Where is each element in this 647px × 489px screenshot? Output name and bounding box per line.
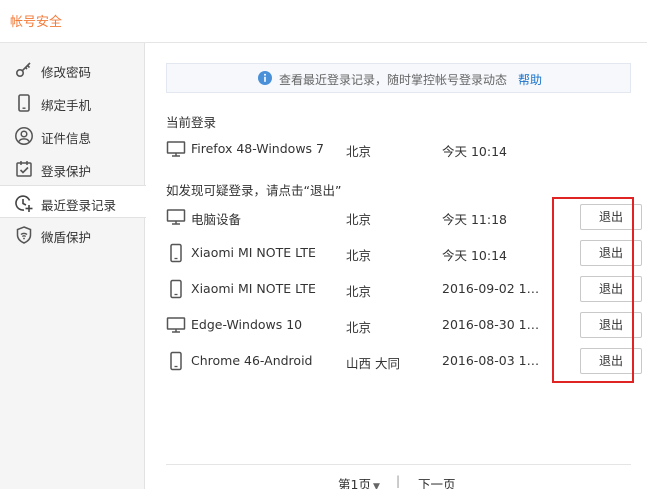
login-location: 山西 大同 <box>346 356 400 371</box>
login-location: 北京 <box>346 320 372 335</box>
mobile-icon <box>170 351 182 371</box>
sidebar-item-id-info[interactable]: 证件信息 <box>0 119 145 152</box>
sidebar-item-recent-logins[interactable]: 最近登录记录 <box>0 185 146 218</box>
login-time: 2016-08-30 16:... <box>442 317 542 332</box>
sidebar-item-bind-phone[interactable]: 绑定手机 <box>0 86 145 119</box>
monitor-icon <box>166 141 186 157</box>
sidebar-item-label: 最近登录记录 <box>41 198 117 213</box>
current-page-label: 第1页 <box>338 477 371 489</box>
login-record-row: Chrome 46-Android 山西 大同 2016-08-03 17:..… <box>166 347 642 377</box>
tip-text: 查看最近登录记录，随时掌控帐号登录动态 <box>279 73 508 87</box>
current-login-row: Firefox 48-Windows 7 北京 今天 10:14 <box>166 135 631 165</box>
clock-plus-icon <box>15 195 33 212</box>
logout-button[interactable]: 退出 <box>580 312 642 338</box>
mobile-icon <box>170 279 182 299</box>
current-login-label: 当前登录 <box>166 115 217 130</box>
login-record-row: 电脑设备 北京 今天 11:18 退出 <box>166 203 642 233</box>
help-link[interactable]: 帮助 <box>518 71 542 88</box>
login-record-row: Xiaomi MI NOTE LTE 北京 今天 10:14 退出 <box>166 239 642 269</box>
login-record-row: Xiaomi MI NOTE LTE 北京 2016-09-02 17:... … <box>166 275 642 305</box>
next-page-link[interactable]: 下一页 <box>418 474 456 489</box>
sidebar-item-change-password[interactable]: 修改密码 <box>0 53 145 86</box>
logout-button[interactable]: 退出 <box>580 240 642 266</box>
page-selector[interactable]: 第1页 ▼ <box>338 474 380 489</box>
device-name: Xiaomi MI NOTE LTE <box>191 245 316 260</box>
login-location: 北京 <box>346 212 372 227</box>
mobile-icon <box>170 243 182 263</box>
login-time: 2016-09-02 17:... <box>442 281 542 296</box>
pagination: 第1页 ▼ | 下一页 <box>166 464 631 489</box>
monitor-icon <box>166 209 186 225</box>
login-record-row: Edge-Windows 10 北京 2016-08-30 16:... 退出 <box>166 311 642 341</box>
login-location: 北京 <box>346 248 372 263</box>
device-name: Edge-Windows 10 <box>191 317 303 332</box>
login-time: 2016-08-03 17:... <box>442 353 542 368</box>
device-name: Xiaomi MI NOTE LTE <box>191 281 316 296</box>
login-time: 今天 11:18 <box>442 212 507 227</box>
info-icon <box>258 71 272 85</box>
sidebar-item-label: 证件信息 <box>41 131 92 146</box>
shield-check-icon <box>16 161 32 177</box>
micro-shield-icon <box>16 226 32 244</box>
sidebar-item-label: 微盾保护 <box>41 230 92 245</box>
page-title: 帐号安全 <box>10 15 63 30</box>
phone-icon <box>18 94 30 112</box>
login-location: 北京 <box>346 284 372 299</box>
device-name: 电脑设备 <box>191 212 242 227</box>
sidebar-item-label: 登录保护 <box>41 164 92 179</box>
logout-button[interactable]: 退出 <box>580 348 642 374</box>
logout-button[interactable]: 退出 <box>580 204 642 230</box>
device-name: Chrome 46-Android <box>191 353 313 368</box>
main-content: 查看最近登录记录，随时掌控帐号登录动态 帮助 当前登录 Firefox 48-W… <box>146 43 647 489</box>
device-name: Firefox 48-Windows 7 <box>191 141 324 156</box>
key-icon <box>15 62 31 78</box>
sidebar-item-label: 修改密码 <box>41 65 92 80</box>
suspicious-login-hint: 如发现可疑登录，请点击“退出” <box>166 183 342 198</box>
user-icon <box>15 127 33 145</box>
login-time: 今天 10:14 <box>442 248 507 263</box>
sidebar: 修改密码 绑定手机 证件信息 登录保护 最近登录记录 微盾保护 <box>0 43 146 489</box>
page-header: 帐号安全 <box>0 0 647 43</box>
login-time: 今天 10:14 <box>442 144 507 159</box>
monitor-icon <box>166 317 186 333</box>
sidebar-item-micro-shield[interactable]: 微盾保护 <box>0 218 145 251</box>
caret-down-icon: ▼ <box>372 482 380 489</box>
login-location: 北京 <box>346 144 372 159</box>
pager-separator: | <box>396 474 401 488</box>
logout-button[interactable]: 退出 <box>580 276 642 302</box>
sidebar-item-label: 绑定手机 <box>41 98 92 113</box>
info-tip-bar: 查看最近登录记录，随时掌控帐号登录动态 帮助 <box>166 63 631 93</box>
sidebar-item-login-protection[interactable]: 登录保护 <box>0 152 145 185</box>
